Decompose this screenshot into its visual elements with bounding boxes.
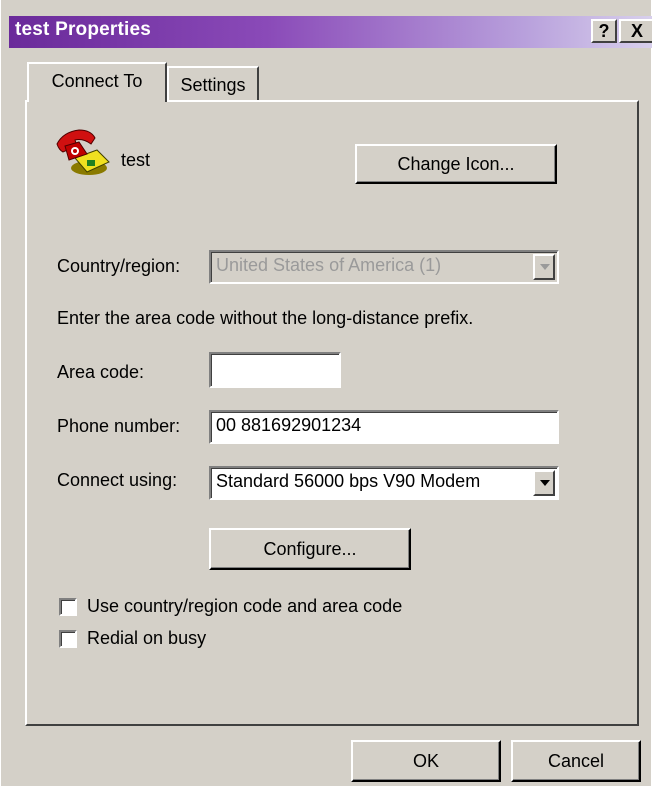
area-code-field[interactable] <box>209 352 341 388</box>
ok-button[interactable]: OK <box>351 740 501 782</box>
country-label: Country/region: <box>57 256 181 276</box>
help-button[interactable]: ? <box>591 19 617 43</box>
connect-using-label: Connect using: <box>57 470 178 490</box>
area-code-label: Area code: <box>57 362 145 382</box>
close-button[interactable]: X <box>619 19 652 43</box>
change-icon-button[interactable]: Change Icon... <box>355 144 557 184</box>
connect-using-select[interactable]: Standard 56000 bps V90 Modem <box>209 466 559 500</box>
tab-settings-label: Settings <box>180 75 246 95</box>
country-select: United States of America (1) <box>209 250 559 284</box>
chevron-down-icon[interactable] <box>533 470 555 496</box>
title-bar[interactable]: test Properties ? X <box>9 16 652 48</box>
tab-connect-to-label: Connect To <box>51 71 143 91</box>
redial-on-busy-checkbox[interactable] <box>59 630 77 648</box>
window-title: test Properties <box>15 19 152 40</box>
country-value: United States of America (1) <box>216 255 442 275</box>
connect-to-panel: test Change Icon... Country/region: Unit… <box>25 100 639 726</box>
chevron-down-icon <box>533 254 555 280</box>
connect-using-value: Standard 56000 bps V90 Modem <box>216 471 481 491</box>
telephone-icon <box>53 124 115 178</box>
properties-dialog: test Properties ? X Connect To Settings … <box>0 0 652 786</box>
tab-connect-to[interactable]: Connect To <box>27 62 167 102</box>
configure-button[interactable]: Configure... <box>209 528 411 570</box>
phone-number-field[interactable]: 00 881692901234 <box>209 410 559 444</box>
tab-settings[interactable]: Settings <box>167 66 259 100</box>
cancel-button[interactable]: Cancel <box>511 740 641 782</box>
use-country-code-label: Use country/region code and area code <box>87 596 403 616</box>
use-country-code-checkbox[interactable] <box>59 598 77 616</box>
redial-on-busy-label: Redial on busy <box>87 628 207 648</box>
phone-number-label: Phone number: <box>57 416 181 436</box>
area-code-hint: Enter the area code without the long-dis… <box>57 308 474 328</box>
connection-name: test <box>121 150 151 170</box>
